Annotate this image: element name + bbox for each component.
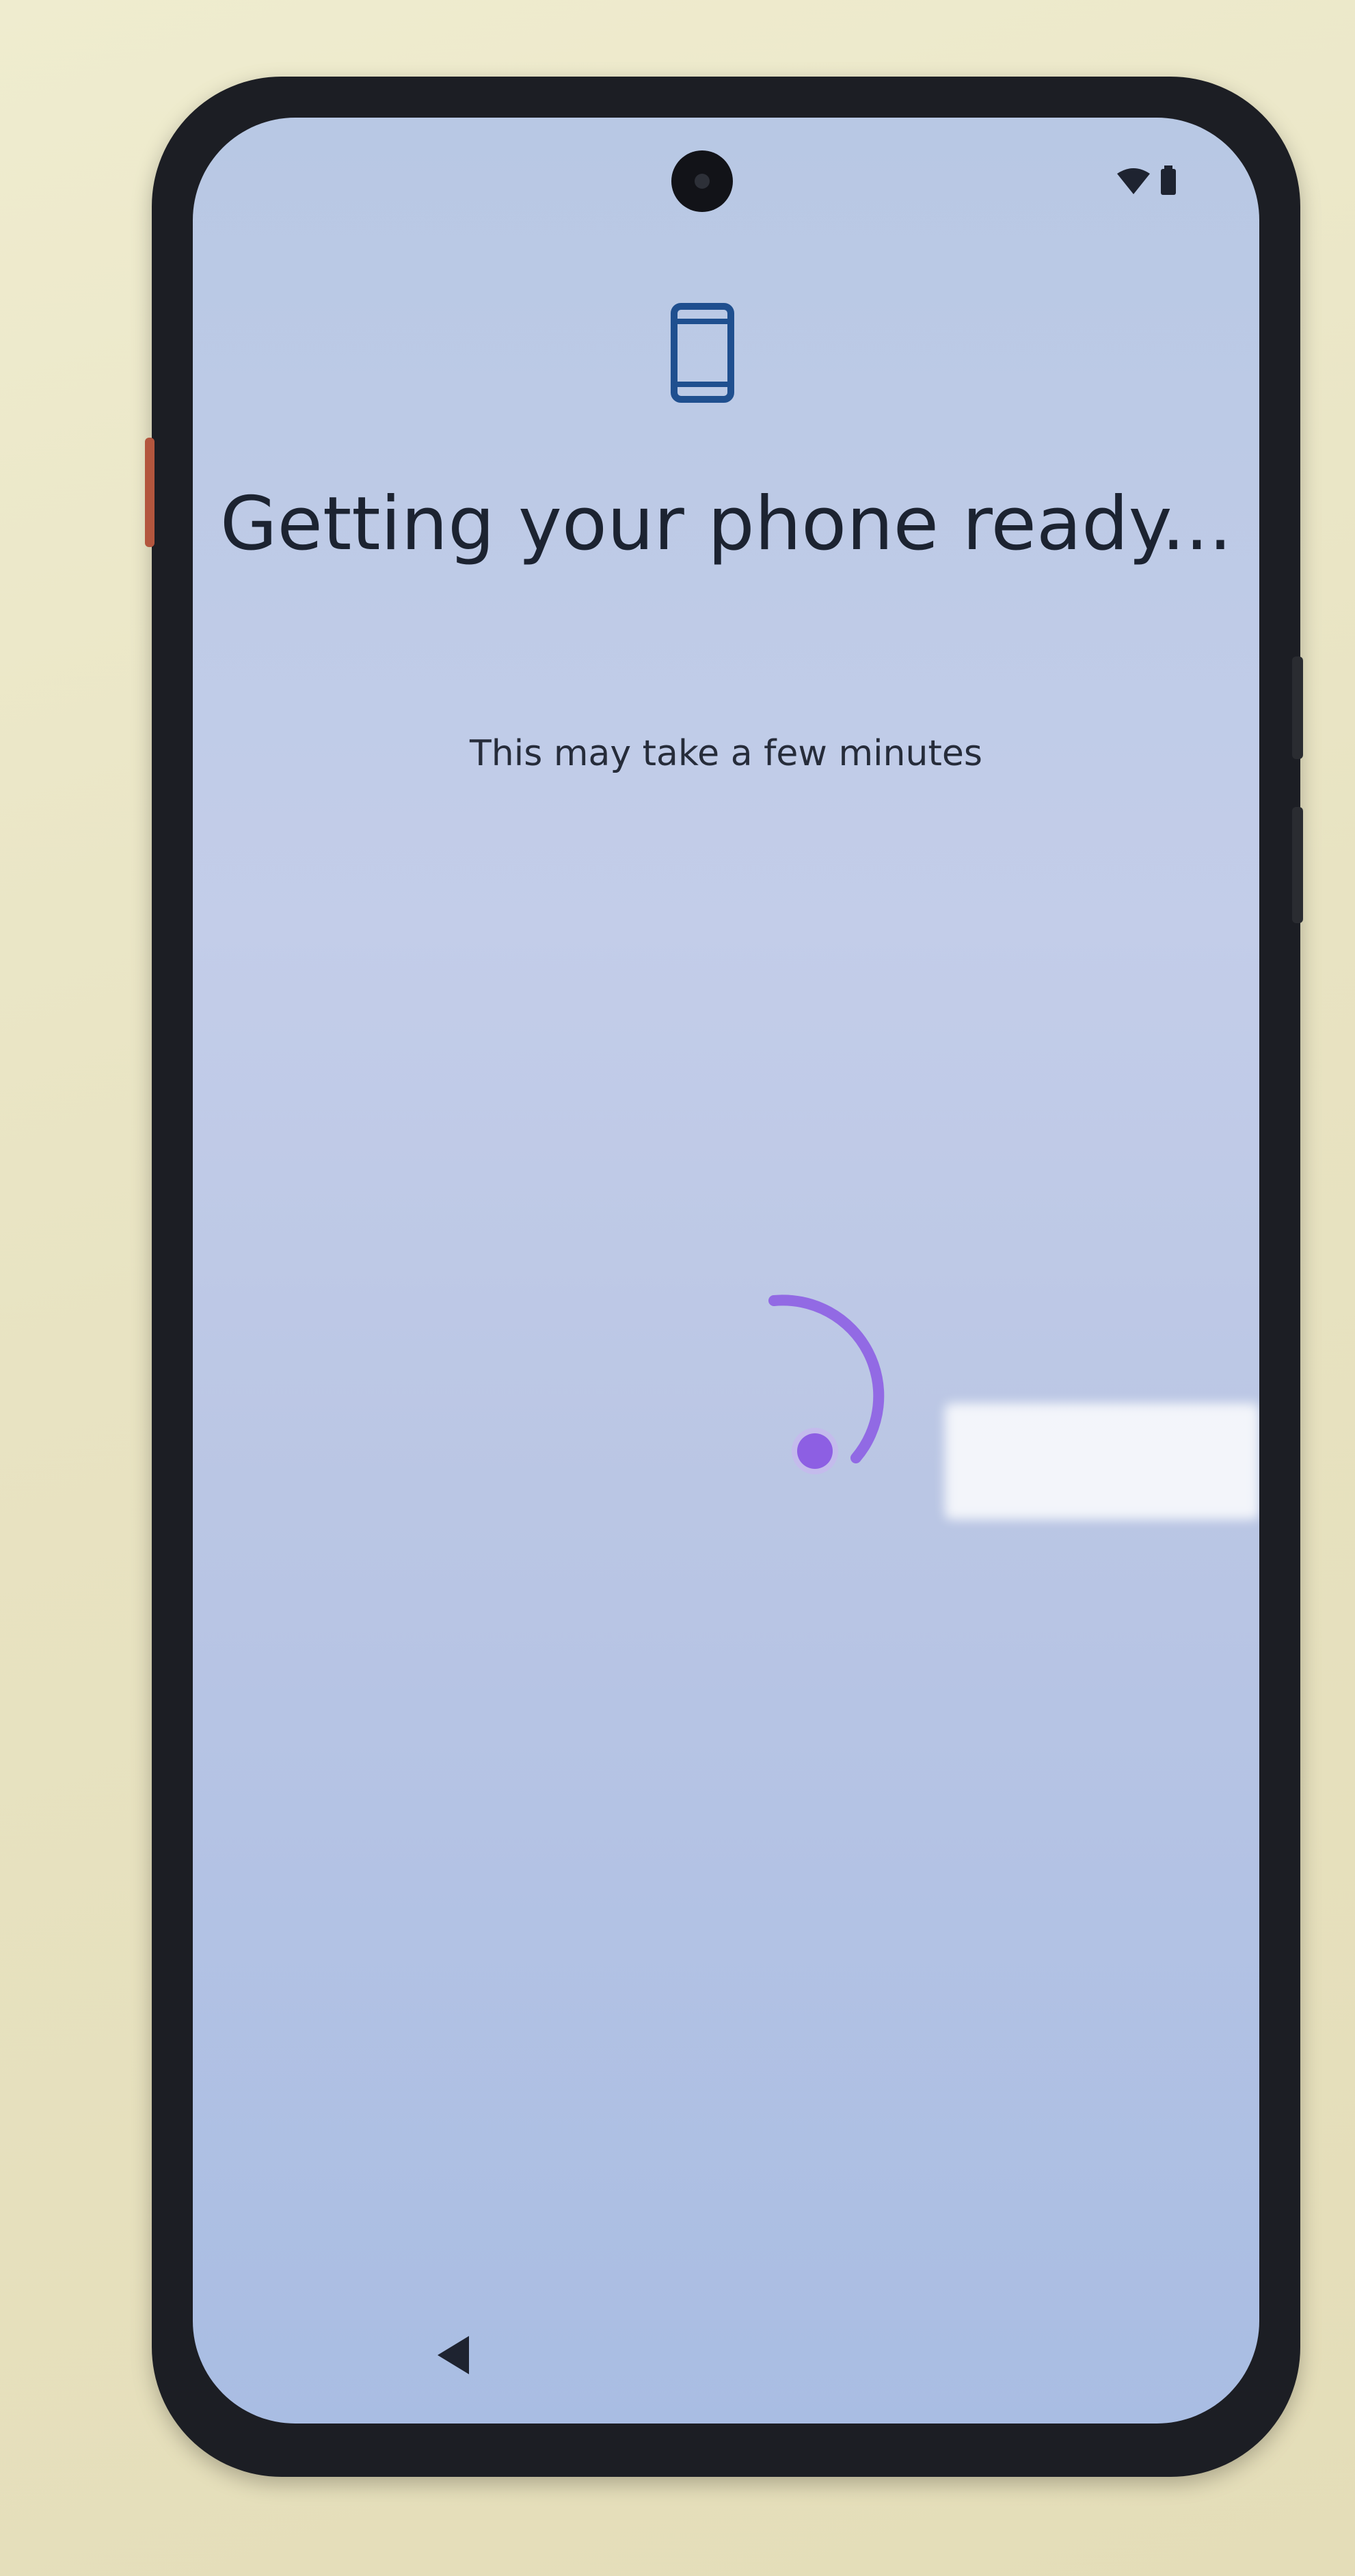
- side-key: [145, 438, 155, 547]
- back-triangle-icon[interactable]: [433, 2333, 474, 2377]
- phone-device-icon: [671, 303, 734, 403]
- screen-glare: [945, 1403, 1259, 1519]
- page-title: Getting your phone ready...: [219, 481, 1233, 567]
- wifi-icon: [1117, 168, 1150, 194]
- phone-screen: Getting your phone ready... This may tak…: [193, 118, 1259, 2424]
- front-camera: [671, 150, 733, 212]
- page-subtitle: This may take a few minutes: [470, 733, 982, 774]
- battery-icon: [1161, 165, 1176, 195]
- status-bar: [1116, 165, 1184, 200]
- loading-spinner: [768, 1294, 885, 1474]
- power-button: [1292, 656, 1303, 759]
- volume-button: [1292, 807, 1303, 923]
